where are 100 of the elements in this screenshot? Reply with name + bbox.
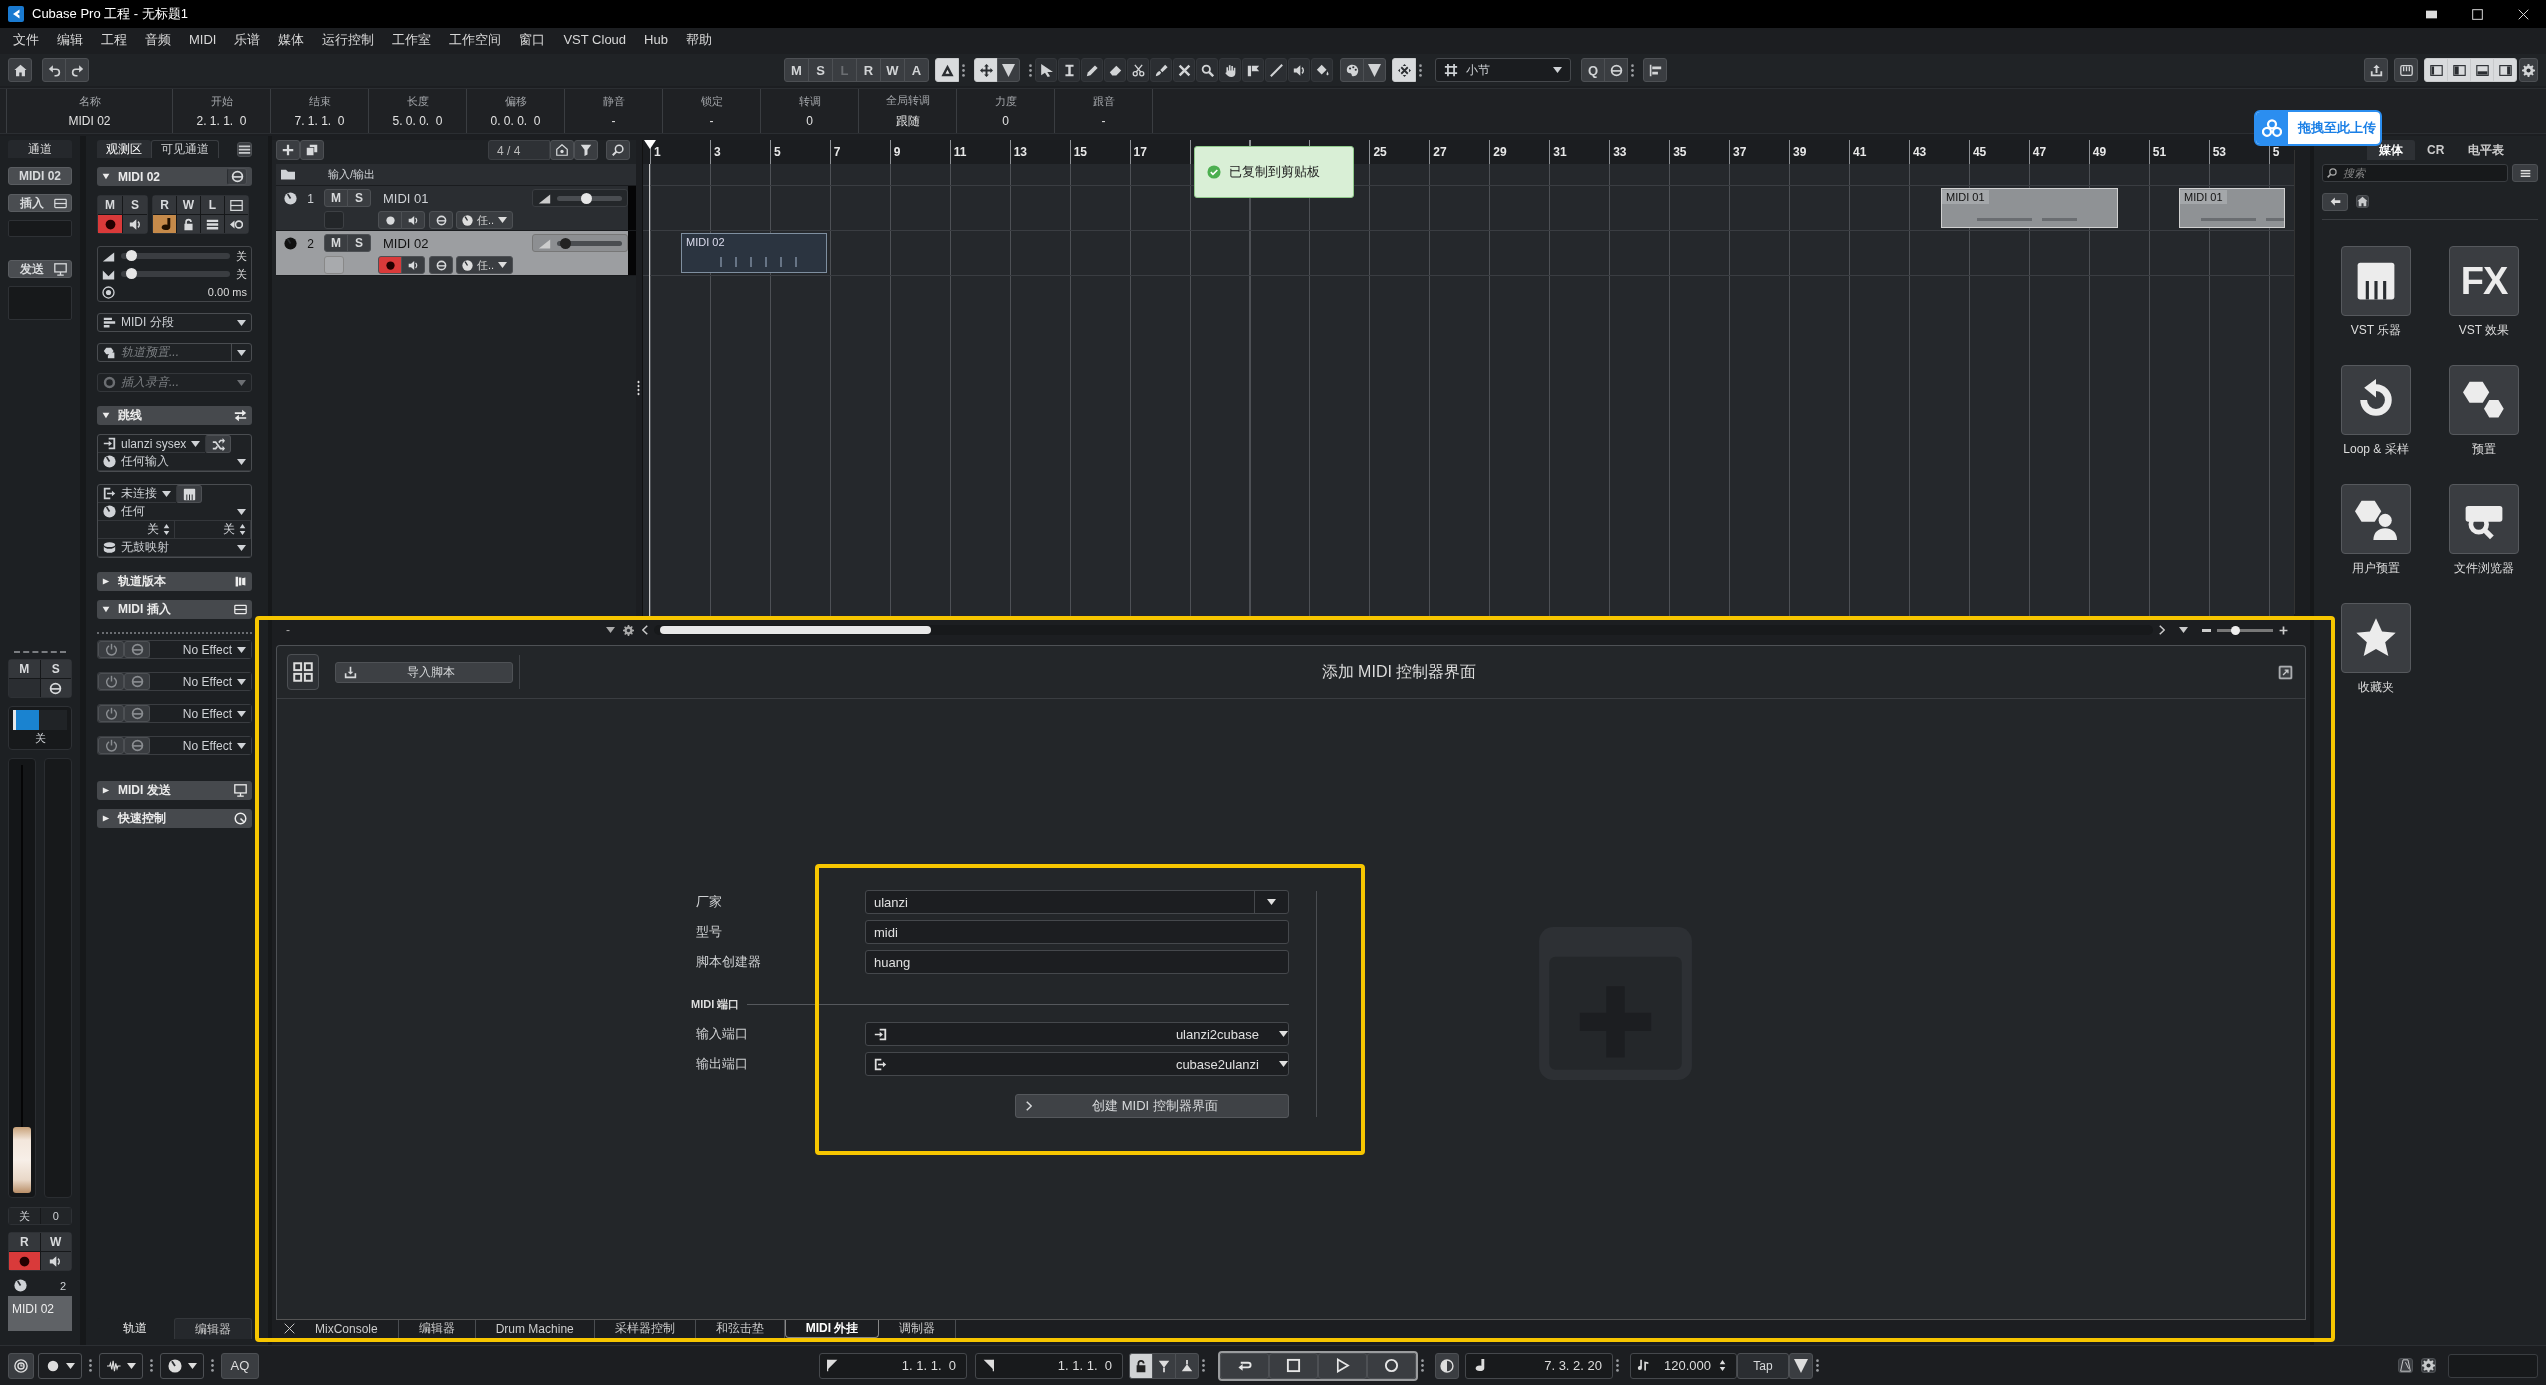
dropdown-button[interactable] bbox=[1363, 58, 1386, 82]
dropdown-button[interactable] bbox=[1789, 1352, 1813, 1379]
field-value[interactable]: 0 bbox=[1002, 114, 1009, 128]
midi-part[interactable]: MIDI 01 bbox=[2179, 188, 2285, 228]
solo-button[interactable]: S bbox=[40, 660, 71, 678]
settings-button[interactable] bbox=[2421, 1358, 2436, 1373]
slider-track[interactable] bbox=[121, 271, 230, 277]
instrument-button[interactable] bbox=[176, 485, 202, 503]
scroll-thumb[interactable] bbox=[660, 626, 931, 634]
monitor-button[interactable] bbox=[401, 256, 425, 274]
edit-button[interactable] bbox=[1604, 58, 1628, 82]
category-button[interactable]: Loop & 采样 bbox=[2341, 365, 2411, 458]
automation-button[interactable]: A bbox=[904, 58, 929, 82]
slider-thumb[interactable] bbox=[125, 268, 137, 279]
fader-handle[interactable] bbox=[13, 1127, 31, 1194]
tab[interactable]: 编辑器 bbox=[173, 1318, 252, 1339]
record-button[interactable] bbox=[9, 1252, 40, 1270]
grid-type-dropdown[interactable]: 小节 bbox=[1435, 58, 1571, 82]
menu-item[interactable]: VST Cloud bbox=[554, 29, 636, 51]
cycle-button[interactable] bbox=[1220, 1352, 1269, 1379]
tool-button[interactable] bbox=[1035, 58, 1057, 82]
visibility-button[interactable] bbox=[550, 140, 574, 160]
tool-button[interactable] bbox=[1058, 58, 1080, 82]
mute-button[interactable]: M bbox=[324, 234, 348, 252]
menu-item[interactable]: 编辑 bbox=[48, 29, 92, 51]
lane-toggle[interactable] bbox=[324, 256, 344, 274]
edit-button[interactable] bbox=[429, 256, 453, 274]
value-spinner[interactable]: 关 bbox=[174, 521, 251, 539]
keyboard-button[interactable] bbox=[2394, 58, 2418, 82]
field-value[interactable]: - bbox=[611, 114, 616, 128]
lock-button[interactable] bbox=[1129, 1352, 1153, 1379]
value-spinner[interactable]: 关 bbox=[98, 521, 175, 539]
folder-track[interactable]: 输入/输出 bbox=[276, 164, 636, 186]
menu-item[interactable]: 工程 bbox=[92, 29, 136, 51]
redo-button[interactable] bbox=[65, 58, 89, 82]
channel-name-button[interactable]: MIDI 02 bbox=[8, 167, 72, 185]
tab[interactable]: 调制器 bbox=[879, 1319, 957, 1338]
tab[interactable]: 观测区 bbox=[97, 140, 151, 158]
tab[interactable]: 采样器控制 bbox=[594, 1319, 696, 1338]
menu-item[interactable]: 运行控制 bbox=[313, 29, 384, 51]
half-circle-button[interactable] bbox=[1435, 1352, 1459, 1379]
automation-button[interactable]: W bbox=[880, 58, 905, 82]
color-button[interactable] bbox=[1340, 58, 1364, 82]
category-button[interactable]: 预置 bbox=[2449, 365, 2519, 458]
field-value[interactable]: 0. 0. 0. 0 bbox=[490, 114, 541, 128]
tab[interactable]: MIDI 外挂 bbox=[784, 1319, 880, 1338]
punch-out-button[interactable] bbox=[1175, 1352, 1199, 1379]
effect-dropdown[interactable]: No Effect bbox=[150, 737, 251, 754]
category-button[interactable]: 用户预置 bbox=[2341, 484, 2411, 577]
section-header[interactable]: MIDI 发送 bbox=[97, 781, 252, 800]
fader-reading[interactable]: 0 bbox=[40, 1208, 71, 1224]
port-dropdown[interactable]: cubase2ulanzi bbox=[865, 1052, 1289, 1076]
tempo-field[interactable]: 120.000 bbox=[1630, 1352, 1737, 1379]
menu-item[interactable]: 工作空间 bbox=[440, 29, 511, 51]
dropdown-button[interactable] bbox=[38, 1352, 82, 1379]
category-button[interactable]: VST 乐器 bbox=[2341, 246, 2411, 339]
input-dropdown[interactable]: ulanzi sysex bbox=[98, 435, 206, 453]
zone-toggle-button[interactable] bbox=[2447, 58, 2471, 82]
slider-thumb[interactable] bbox=[581, 192, 593, 204]
toggle-button[interactable] bbox=[974, 58, 998, 82]
mute-button[interactable]: M bbox=[9, 660, 40, 678]
dropdown-button[interactable] bbox=[997, 58, 1020, 82]
insert-button[interactable]: 插入 bbox=[8, 194, 72, 212]
power-button[interactable] bbox=[98, 737, 124, 754]
edit-button[interactable] bbox=[429, 211, 453, 229]
zone-toggle-button[interactable] bbox=[2470, 58, 2494, 82]
output-channel-dropdown[interactable]: 任何 bbox=[98, 503, 251, 521]
mute-button[interactable]: M bbox=[324, 189, 348, 207]
section-header[interactable]: MIDI 插入 bbox=[97, 600, 252, 619]
tool-button[interactable] bbox=[1196, 58, 1218, 82]
time-signature[interactable]: 4 / 4 bbox=[488, 140, 550, 160]
zone-toggle-button[interactable] bbox=[2493, 58, 2517, 82]
edit-button[interactable] bbox=[227, 168, 247, 185]
auto-quantize-button[interactable]: AQ bbox=[221, 1352, 259, 1379]
back-button[interactable] bbox=[2322, 192, 2348, 211]
effect-dropdown[interactable]: No Effect bbox=[150, 705, 251, 722]
tab[interactable]: 可见通道 bbox=[151, 140, 219, 158]
snap-button[interactable] bbox=[1392, 58, 1416, 82]
tab[interactable]: MixConsole bbox=[295, 1319, 399, 1338]
toggle-button[interactable] bbox=[935, 58, 959, 82]
menu-item[interactable]: 窗口 bbox=[510, 29, 555, 51]
slider-track[interactable] bbox=[121, 253, 230, 259]
tab[interactable]: 媒体 bbox=[2367, 140, 2415, 160]
field-value[interactable]: 2. 1. 1. 0 bbox=[196, 114, 247, 128]
edit-button[interactable] bbox=[40, 679, 71, 697]
tool-button[interactable] bbox=[1265, 58, 1287, 82]
volume-slider[interactable] bbox=[532, 234, 628, 252]
tool-button[interactable] bbox=[1150, 58, 1172, 82]
text-field[interactable]: huang bbox=[865, 950, 1289, 974]
right-locator-field[interactable]: 1. 1. 1. 0 bbox=[975, 1352, 1123, 1379]
tab[interactable]: Drum Machine bbox=[475, 1319, 595, 1338]
effect-dropdown[interactable]: No Effect bbox=[150, 641, 251, 658]
read-button[interactable]: R bbox=[153, 196, 176, 214]
note-button[interactable] bbox=[153, 215, 176, 233]
zoom-slider-thumb[interactable] bbox=[2231, 625, 2241, 635]
tool-button[interactable] bbox=[1288, 58, 1310, 82]
category-button[interactable]: FX VST 效果 bbox=[2449, 246, 2519, 339]
drum-map-dropdown[interactable]: 无鼓映射 bbox=[98, 539, 251, 557]
record-button[interactable] bbox=[378, 211, 402, 229]
search-button[interactable] bbox=[606, 140, 630, 160]
